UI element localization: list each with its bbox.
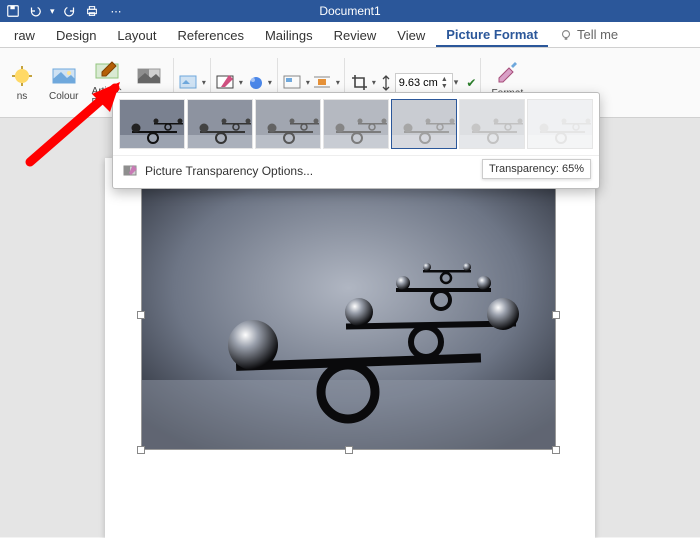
arrange-group: ▾ ▾: [282, 71, 340, 95]
height-spin-down[interactable]: ▼: [441, 83, 448, 90]
colour-button[interactable]: Colour: [43, 61, 84, 104]
resize-handle-bm[interactable]: [345, 446, 353, 454]
tab-draw[interactable]: raw: [4, 24, 45, 46]
tab-view[interactable]: View: [387, 24, 435, 46]
transparency-preset-2[interactable]: [255, 99, 321, 149]
resize-handle-ml[interactable]: [137, 311, 145, 319]
transparency-tooltip: Transparency: 65%: [482, 159, 591, 179]
ribbon-tabs: raw Design Layout References Mailings Re…: [0, 22, 700, 48]
crop-size-group: ▾ ▲▼ ▾ ✔: [349, 71, 477, 95]
tab-layout[interactable]: Layout: [107, 24, 166, 46]
picture-effects-button[interactable]: ▾: [245, 71, 273, 95]
corrections-icon: [9, 65, 35, 87]
height-icon: [379, 74, 393, 92]
qat-overflow-icon[interactable]: ⋯: [111, 5, 123, 18]
tab-mailings[interactable]: Mailings: [255, 24, 323, 46]
page: [105, 158, 595, 538]
resize-handle-br[interactable]: [552, 446, 560, 454]
lightbulb-icon: [559, 28, 573, 42]
compress-icon: [178, 73, 200, 93]
transparency-preset-1[interactable]: [187, 99, 253, 149]
artistic-effects-icon: [94, 60, 120, 82]
selected-picture[interactable]: [141, 180, 556, 450]
wrap-text-button[interactable]: ▾: [312, 71, 340, 95]
transparency-preset-3[interactable]: [323, 99, 389, 149]
redo-icon[interactable]: [63, 4, 77, 18]
title-bar: ▾ ⋯ Document1: [0, 0, 700, 22]
height-spin-up[interactable]: ▲: [441, 76, 448, 83]
picture-border-icon: [215, 73, 237, 93]
crop-button[interactable]: ▾: [349, 71, 377, 95]
print-icon[interactable]: [85, 4, 99, 18]
transparency-options-label: Picture Transparency Options...: [145, 164, 313, 178]
undo-chevron-icon[interactable]: ▾: [50, 6, 55, 17]
quick-access-toolbar: ▾ ⋯: [0, 4, 123, 18]
height-size-control: ▲▼: [379, 73, 448, 93]
format-pane-icon: [493, 58, 521, 84]
wrap-text-icon: [312, 73, 334, 93]
tell-me-label: Tell me: [577, 27, 618, 42]
tab-picture-format[interactable]: Picture Format: [436, 23, 548, 47]
tab-review[interactable]: Review: [324, 24, 387, 46]
transparency-preset-4[interactable]: [391, 99, 457, 149]
corrections-label: ns: [17, 91, 28, 102]
tab-design[interactable]: Design: [46, 24, 106, 46]
transparency-preset-5[interactable]: [459, 99, 525, 149]
compress-pictures-button[interactable]: ▾: [178, 71, 206, 95]
tab-references[interactable]: References: [167, 24, 253, 46]
picture-effects-icon: [246, 74, 266, 92]
corrections-button[interactable]: ns: [2, 61, 42, 104]
compress-reset-group: ▾: [178, 71, 206, 95]
resize-handle-mr[interactable]: [552, 311, 560, 319]
crop-icon: [350, 73, 370, 93]
colour-label: Colour: [49, 91, 78, 102]
picture-styles-group: ▾ ▾: [215, 71, 273, 95]
position-button[interactable]: ▾: [282, 71, 310, 95]
tell-me[interactable]: Tell me: [559, 27, 618, 42]
colour-icon: [51, 65, 77, 87]
transparency-preset-0[interactable]: [119, 99, 185, 149]
save-icon[interactable]: [6, 4, 20, 18]
undo-icon[interactable]: [28, 4, 42, 18]
confirm-check-icon[interactable]: ✔: [466, 76, 476, 90]
picture-border-button[interactable]: ▾: [215, 71, 243, 95]
position-icon: [282, 73, 304, 93]
resize-handle-bl[interactable]: [137, 446, 145, 454]
transparency-preset-6[interactable]: [527, 99, 593, 149]
size-chevron-icon[interactable]: ▾: [454, 77, 459, 88]
transparency-gallery: Transparency: 65% Picture Transparency O…: [112, 92, 600, 189]
transparency-presets: [113, 93, 599, 155]
transparency-icon: [136, 65, 162, 87]
transparency-options-icon: [123, 163, 139, 179]
